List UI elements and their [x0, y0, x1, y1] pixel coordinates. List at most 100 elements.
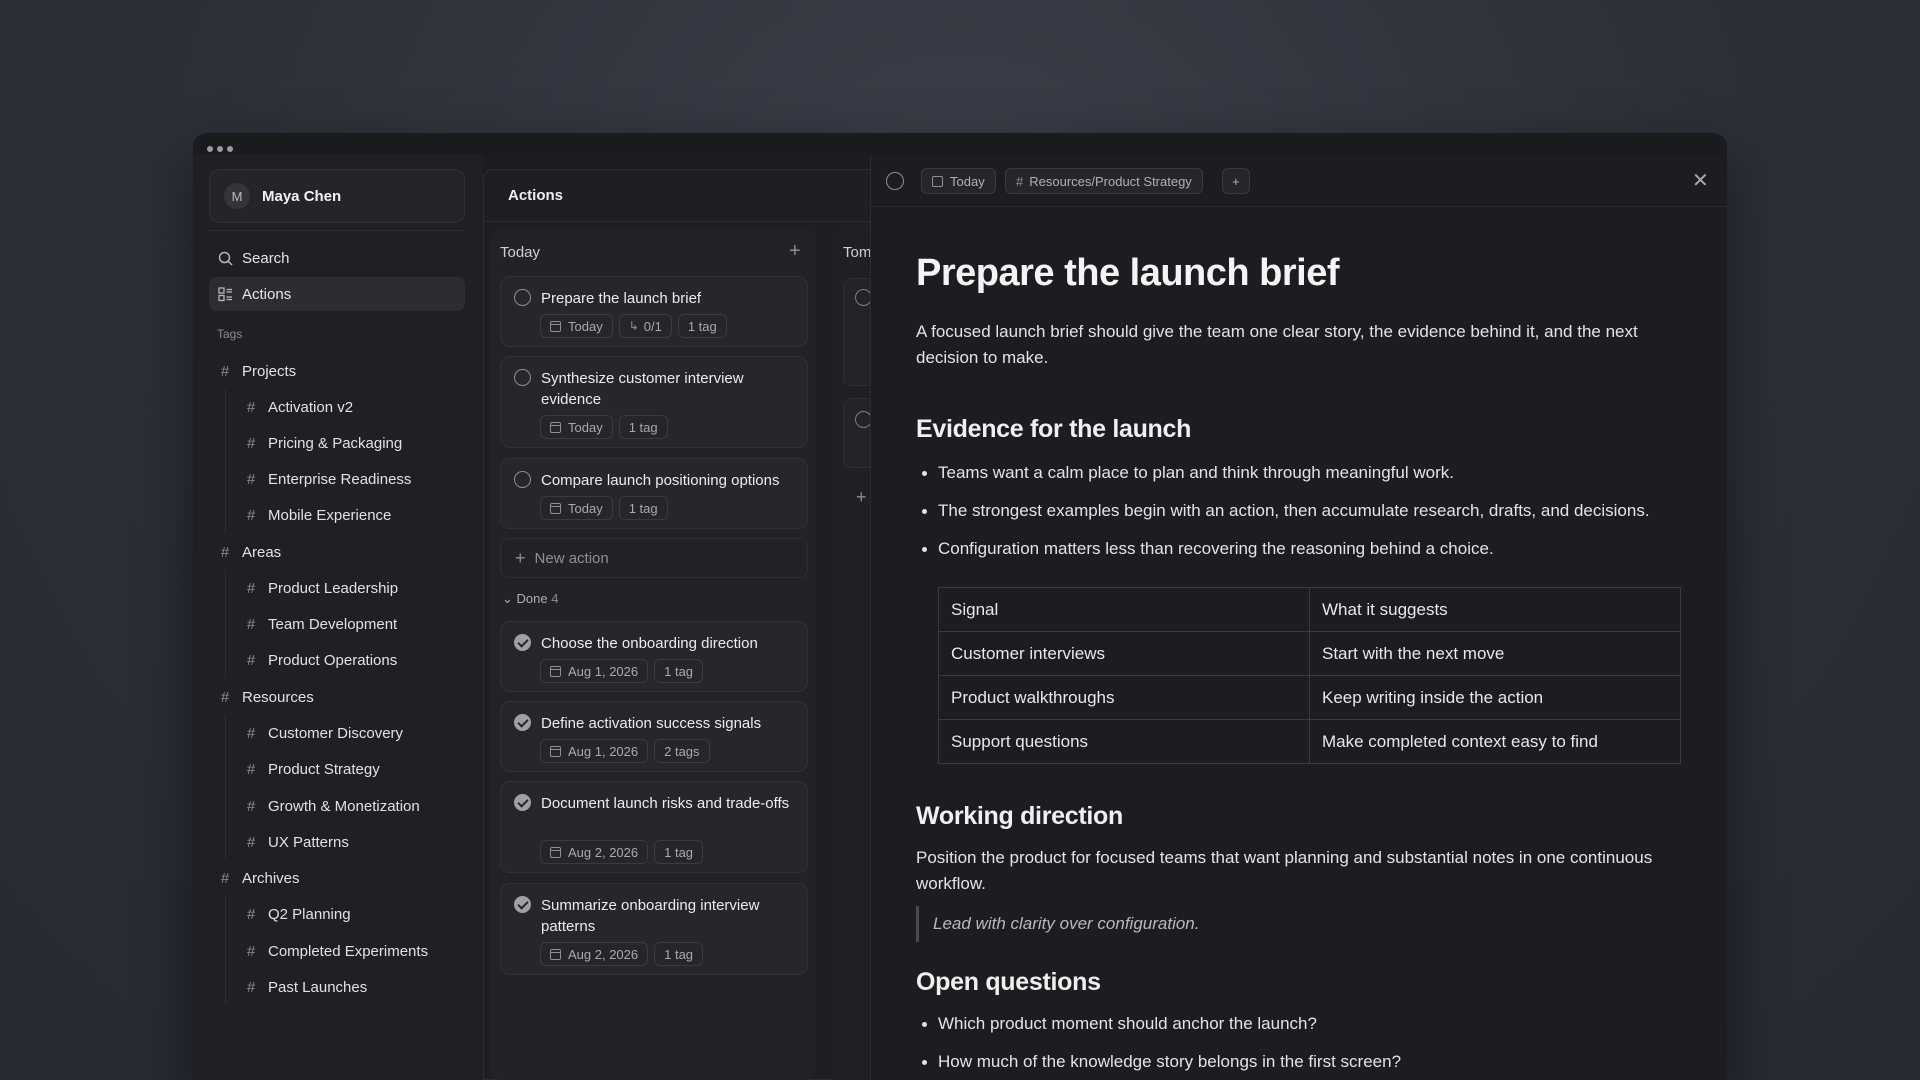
done-card[interactable]: Choose the onboarding direction Aug 1, 2…: [500, 621, 808, 692]
action-checkbox-checked[interactable]: [514, 634, 531, 651]
action-checkbox-checked[interactable]: [514, 794, 531, 811]
hash-icon: #: [246, 615, 256, 633]
date-chip[interactable]: Aug 1, 2026: [540, 659, 649, 683]
bullet-item[interactable]: How much of the knowledge story belongs …: [916, 1049, 1686, 1075]
table-cell[interactable]: Signal: [938, 587, 1310, 632]
tree-guide: [225, 570, 226, 678]
user-name: Maya Chen: [262, 187, 342, 205]
tag-item[interactable]: # Team Development: [243, 606, 397, 642]
complete-checkbox[interactable]: [886, 172, 904, 190]
table-cell[interactable]: Start with the next move: [1309, 631, 1681, 676]
tag-group-resources[interactable]: # Resources: [217, 679, 314, 715]
chip-label: Today: [568, 318, 603, 334]
tag-label: Activation v2: [268, 398, 354, 416]
user-card[interactable]: M Maya Chen: [209, 169, 465, 223]
table-cell[interactable]: Keep writing inside the action: [1309, 675, 1681, 720]
chip-label: Resources/Product Strategy: [1029, 173, 1192, 189]
action-checkbox[interactable]: [514, 369, 531, 386]
nav-search[interactable]: Search: [209, 241, 465, 275]
signal-table: Signal What it suggests Customer intervie…: [938, 587, 1681, 764]
new-action-button[interactable]: + New action: [500, 538, 808, 578]
nav-actions[interactable]: Actions: [209, 277, 465, 311]
action-checkbox[interactable]: [514, 471, 531, 488]
done-toggle[interactable]: ⌄ Done 4: [502, 591, 558, 607]
calendar-icon: [550, 745, 561, 757]
date-chip[interactable]: Today: [921, 168, 996, 194]
action-card[interactable]: Compare launch positioning options Today…: [500, 458, 808, 529]
tag-item[interactable]: # Enterprise Readiness: [243, 461, 412, 497]
tag-item[interactable]: # Pricing & Packaging: [243, 425, 402, 461]
tag-label: Resources: [242, 688, 314, 706]
tag-item[interactable]: # Customer Discovery: [243, 715, 403, 751]
date-chip[interactable]: Today: [540, 415, 613, 439]
bullet-item[interactable]: Teams want a calm place to plan and thin…: [916, 460, 1686, 486]
done-card[interactable]: Document launch risks and trade-offs Aug…: [500, 781, 808, 873]
done-card[interactable]: Define activation success signals Aug 1,…: [500, 701, 808, 772]
tag-label: Pricing & Packaging: [268, 434, 403, 452]
done-card[interactable]: Summarize onboarding interview patterns …: [500, 883, 808, 975]
tag-label: Mobile Experience: [268, 506, 392, 524]
tag-item[interactable]: # Product Strategy: [243, 751, 380, 787]
direction-heading[interactable]: Working direction: [916, 802, 1686, 831]
action-card[interactable]: Synthesize customer interview evidence T…: [500, 356, 808, 448]
tag-chip[interactable]: 1 tag: [618, 415, 668, 439]
tag-group-archives[interactable]: # Archives: [217, 860, 300, 896]
bullet-item[interactable]: Configuration matters less than recoveri…: [916, 536, 1686, 562]
document-title[interactable]: Prepare the launch brief: [916, 252, 1686, 295]
add-chip-button[interactable]: +: [1222, 168, 1250, 194]
table-cell[interactable]: Product walkthroughs: [938, 675, 1310, 720]
tag-chip[interactable]: 1 tag: [654, 840, 704, 864]
tag-item[interactable]: # Past Launches: [243, 969, 367, 1005]
tag-item[interactable]: # Product Leadership: [243, 570, 398, 606]
plus-icon: +: [515, 547, 526, 568]
add-tomorrow-button[interactable]: +: [856, 487, 867, 508]
date-chip[interactable]: Aug 2, 2026: [540, 942, 649, 966]
questions-heading[interactable]: Open questions: [916, 968, 1686, 997]
blockquote[interactable]: Lead with clarity over configuration.: [916, 906, 1199, 942]
date-chip[interactable]: Aug 1, 2026: [540, 739, 649, 763]
tag-chip[interactable]: 2 tags: [654, 739, 710, 763]
tag-item[interactable]: # Mobile Experience: [243, 497, 392, 533]
tag-chip[interactable]: 1 tag: [654, 942, 704, 966]
date-chip[interactable]: Aug 2, 2026: [540, 840, 649, 864]
hash-icon: #: [220, 362, 230, 380]
close-icon[interactable]: ✕: [1692, 168, 1709, 193]
tag-group-areas[interactable]: # Areas: [217, 534, 281, 570]
evidence-heading[interactable]: Evidence for the launch: [916, 415, 1686, 444]
tag-chip[interactable]: 1 tag: [654, 659, 704, 683]
tag-item[interactable]: # Product Operations: [243, 642, 397, 678]
date-chip[interactable]: Today: [540, 496, 613, 520]
table-cell[interactable]: Support questions: [938, 719, 1310, 764]
tag-item[interactable]: # Completed Experiments: [243, 933, 428, 969]
tag-group-projects[interactable]: # Projects: [217, 353, 296, 389]
window-menu-dots[interactable]: [207, 146, 233, 152]
tomorrow-card[interactable]: [843, 398, 873, 468]
subtask-icon: ↳: [628, 319, 639, 333]
tag-item[interactable]: # Growth & Monetization: [243, 788, 420, 824]
tag-chip[interactable]: 1 tag: [618, 496, 668, 520]
subtask-chip[interactable]: ↳ 0/1: [618, 314, 672, 338]
tag-item[interactable]: # Activation v2: [243, 389, 353, 425]
tag-label: Completed Experiments: [268, 942, 429, 960]
bullet-item[interactable]: The strongest examples begin with an act…: [916, 498, 1686, 524]
title-bar: [193, 133, 1727, 155]
tag-chip[interactable]: 1 tag: [677, 314, 727, 338]
bullet-item[interactable]: Which product moment should anchor the l…: [916, 1011, 1686, 1037]
action-card[interactable]: Prepare the launch brief Today ↳ 0/1 1 ta…: [500, 276, 808, 347]
action-checkbox-checked[interactable]: [514, 896, 531, 913]
tag-item[interactable]: # Q2 Planning: [243, 896, 351, 932]
add-today-button[interactable]: +: [789, 240, 801, 263]
tag-label: Archives: [242, 869, 300, 887]
table-cell[interactable]: Customer interviews: [938, 631, 1310, 676]
tag-label: Growth & Monetization: [268, 797, 420, 815]
table-cell[interactable]: What it suggests: [1309, 587, 1681, 632]
table-cell[interactable]: Make completed context easy to find: [1309, 719, 1681, 764]
date-chip[interactable]: Today: [540, 314, 613, 338]
tag-item[interactable]: # UX Patterns: [243, 824, 349, 860]
direction-paragraph[interactable]: Position the product for focused teams t…: [916, 845, 1686, 897]
sidebar-divider: [209, 230, 465, 231]
intro-paragraph[interactable]: A focused launch brief should give the t…: [916, 319, 1686, 371]
action-checkbox[interactable]: [514, 289, 531, 306]
action-checkbox-checked[interactable]: [514, 714, 531, 731]
tag-chip[interactable]: # Resources/Product Strategy: [1005, 168, 1203, 194]
